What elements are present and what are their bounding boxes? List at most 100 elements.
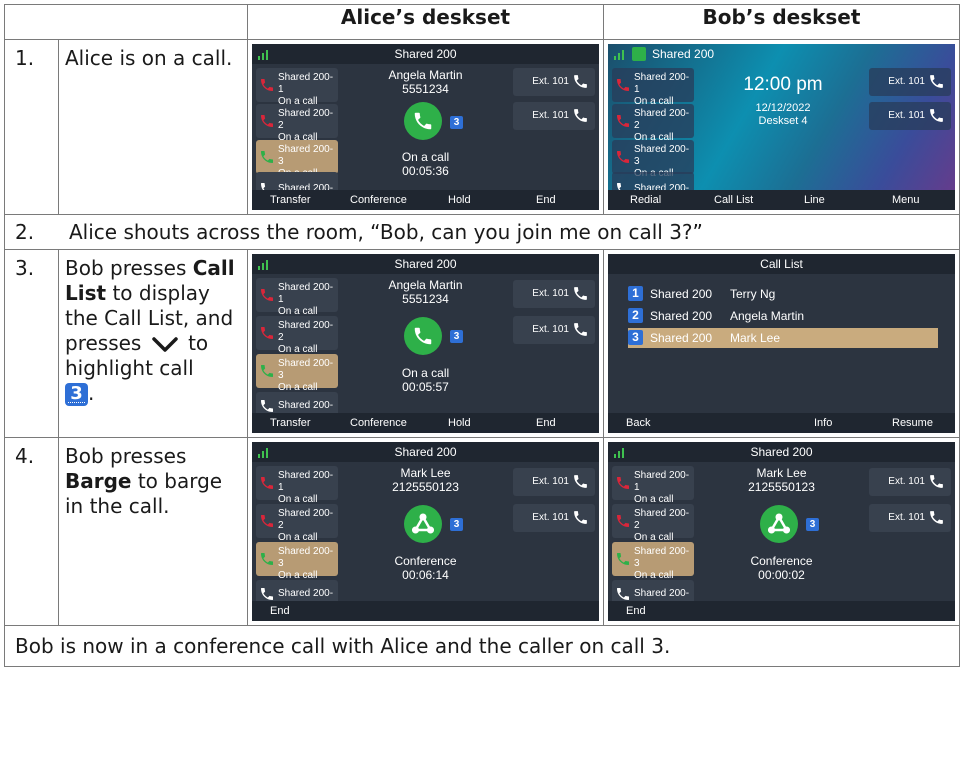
busy-handset-icon: [259, 513, 275, 529]
softkey-hold[interactable]: Hold: [448, 190, 471, 210]
signal-icon: [258, 446, 272, 458]
softkey-resume[interactable]: Resume: [892, 413, 933, 433]
softkey-info[interactable]: Info: [814, 413, 832, 433]
line-key-3[interactable]: Shared 200-3On a call: [612, 140, 694, 179]
line-key-2[interactable]: Shared 200-2 On a call: [612, 104, 694, 143]
ext-key-2[interactable]: Ext. 101: [513, 316, 595, 344]
deskset-name: Deskset 4: [758, 115, 808, 127]
line-key-3[interactable]: Shared 200-3On a call: [256, 354, 338, 393]
screen-title: Call List: [608, 254, 955, 274]
line-key-1[interactable]: Shared 200-1 On a call: [612, 466, 694, 505]
call-icon: [404, 317, 442, 355]
line-key-1[interactable]: Shared 200-1 On a call: [256, 466, 338, 505]
active-handset-icon: [259, 149, 275, 165]
handset-icon: [928, 73, 945, 90]
handset-icon: [572, 73, 589, 90]
busy-handset-icon: [615, 475, 631, 491]
idle-handset-icon: [615, 586, 631, 602]
step-number: 1.: [4, 39, 59, 215]
signal-icon: [614, 446, 628, 458]
active-handset-icon: [615, 551, 631, 567]
caller-name: Mark Lee: [756, 466, 807, 480]
ext-key-2[interactable]: Ext. 101: [869, 504, 951, 532]
bob-screen-cell: Shared 200 Shared 200-1 On a call Shared …: [603, 39, 960, 215]
call-status: On a call: [401, 150, 450, 164]
call-list-item[interactable]: 1 Shared 200 Terry Ng: [628, 284, 938, 304]
handset-icon: [572, 473, 589, 490]
softkey-transfer[interactable]: Transfer: [270, 413, 311, 433]
signal-icon: [258, 258, 272, 270]
phone-screen-bob-1: Shared 200 Shared 200-1 On a call Shared …: [608, 44, 955, 210]
busy-handset-icon: [615, 113, 631, 129]
signal-icon: [614, 48, 628, 60]
phone-screen-alice-1: Shared 200 Shared 200-1 On a call Shared …: [252, 44, 599, 210]
line-key-1[interactable]: Shared 200-1 On a call: [256, 68, 338, 107]
caller-name: Mark Lee: [400, 466, 451, 480]
softkey-conference[interactable]: Conference: [350, 190, 407, 210]
softkey-redial[interactable]: Redial: [630, 190, 661, 210]
call-list-item[interactable]: 2 Shared 200 Angela Martin: [628, 306, 938, 326]
busy-handset-icon: [615, 513, 631, 529]
busy-handset-icon: [615, 77, 631, 93]
header-alice: Alice’s deskset: [247, 4, 604, 40]
screen-title: Shared 200: [394, 445, 457, 459]
call-list-item-selected[interactable]: 3 Shared 200 Mark Lee: [628, 328, 938, 348]
ext-key-1[interactable]: Ext. 101: [869, 468, 951, 496]
line-key-2[interactable]: Shared 200-2 On a call: [256, 104, 338, 143]
handset-icon: [928, 509, 945, 526]
ext-key-2[interactable]: Ext. 101: [513, 504, 595, 532]
handset-icon: [572, 509, 589, 526]
softkey-bar: Back Info Resume: [608, 413, 955, 433]
active-handset-icon: [259, 551, 275, 567]
ext-key-2[interactable]: Ext. 101: [869, 102, 951, 130]
ext-key-2[interactable]: Ext. 101: [513, 102, 595, 130]
softkey-end[interactable]: End: [626, 601, 646, 621]
caller-name: Angela Martin: [388, 278, 463, 292]
header-bob: Bob’s deskset: [603, 4, 960, 40]
line-key-3[interactable]: Shared 200-3On a call: [612, 542, 694, 581]
softkey-end[interactable]: End: [270, 601, 290, 621]
line-key-1[interactable]: Shared 200-1 On a call: [256, 278, 338, 317]
softkey-back[interactable]: Back: [626, 413, 650, 433]
bob-screen-cell: Shared 200 Shared 200-1 On a call Shared …: [603, 437, 960, 626]
line-key-2[interactable]: Shared 200-2 On a call: [612, 504, 694, 543]
handset-icon: [572, 107, 589, 124]
softkey-conference[interactable]: Conference: [350, 413, 407, 433]
conference-icon: [404, 505, 442, 543]
ext-key-1[interactable]: Ext. 101: [869, 68, 951, 96]
busy-handset-icon: [259, 325, 275, 341]
handset-icon: [572, 321, 589, 338]
caller-number: 5551234: [402, 292, 449, 306]
line-key-2[interactable]: Shared 200-2 On a call: [256, 316, 338, 355]
softkey-end[interactable]: End: [536, 413, 556, 433]
softkey-end[interactable]: End: [536, 190, 556, 210]
chevron-down-icon: [151, 336, 178, 352]
alice-screen-cell: Shared 200 Shared 200-1 On a call Shared …: [247, 437, 604, 626]
softkey-hold[interactable]: Hold: [448, 413, 471, 433]
call-status: Conference: [750, 554, 813, 568]
call-timer: 00:06:14: [402, 568, 449, 582]
softkey-bar: End: [608, 601, 955, 621]
softkey-transfer[interactable]: Transfer: [270, 190, 311, 210]
barge-key-label: Barge: [65, 469, 132, 493]
line-key-3[interactable]: Shared 200-3On a call: [256, 140, 338, 179]
step-description: Alice shouts across the room, “Bob, can …: [69, 220, 703, 244]
softkey-bar: Redial Call List Line Menu: [608, 190, 955, 210]
step-2-row: 2. Alice shouts across the room, “Bob, ca…: [4, 214, 960, 250]
line-key-1[interactable]: Shared 200-1 On a call: [612, 68, 694, 107]
softkey-menu[interactable]: Menu: [892, 190, 920, 210]
call-number-badge: 3: [450, 518, 463, 531]
softkey-bar: Transfer Conference Hold End: [252, 413, 599, 433]
step-description: Alice is on a call.: [58, 39, 248, 215]
handset-icon: [928, 107, 945, 124]
date: 12/12/2022: [755, 102, 811, 114]
ext-key-1[interactable]: Ext. 101: [513, 468, 595, 496]
line-key-2[interactable]: Shared 200-2 On a call: [256, 504, 338, 543]
softkey-bar: End: [252, 601, 599, 621]
softkey-line[interactable]: Line: [804, 190, 825, 210]
screen-title: Shared 200: [394, 257, 457, 271]
ext-key-1[interactable]: Ext. 101: [513, 280, 595, 308]
ext-key-1[interactable]: Ext. 101: [513, 68, 595, 96]
line-key-3[interactable]: Shared 200-3On a call: [256, 542, 338, 581]
softkey-call-list[interactable]: Call List: [714, 190, 753, 210]
